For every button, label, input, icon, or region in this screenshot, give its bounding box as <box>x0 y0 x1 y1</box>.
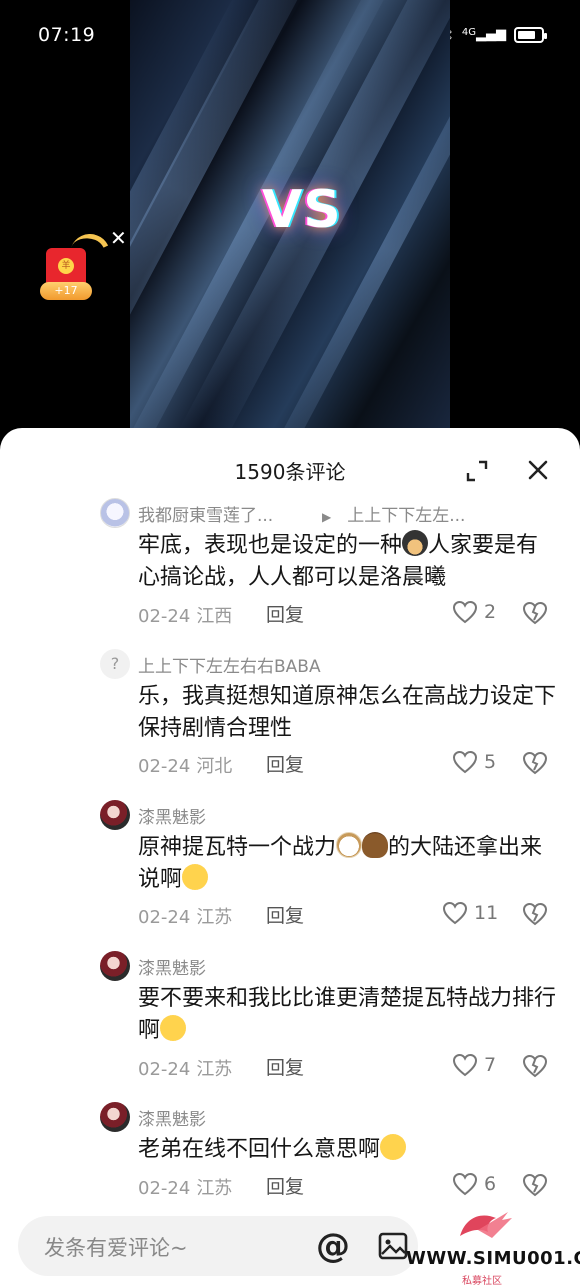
dislike-heart-icon[interactable] <box>522 1173 548 1197</box>
comment-date: 02-24 <box>138 756 191 777</box>
watermark-site: WWW.SIMU001.CN <box>406 1248 580 1269</box>
comment-username[interactable]: 我都厨東雪莲了... <box>138 501 273 526</box>
comment-input-placeholder: 发条有爱评论~ <box>44 1236 188 1260</box>
comment-text-part: 牢底，表现也是设定的一种 <box>138 533 403 558</box>
comment-location: 江西 <box>196 606 233 627</box>
like-button[interactable]: 5 <box>452 750 496 774</box>
dislike-heart-icon[interactable] <box>522 902 548 926</box>
like-count: 11 <box>474 902 499 924</box>
watermark: WWW.SIMU001.CN 私募社区 <box>398 1200 580 1288</box>
comment-meta: 02-24 江苏 <box>138 1174 232 1200</box>
like-heart-icon <box>442 901 468 925</box>
comment-date: 02-24 <box>138 907 191 928</box>
watermark-logo-icon <box>460 1212 512 1238</box>
helmet-emoji-icon <box>402 530 429 556</box>
like-count: 7 <box>484 1054 497 1076</box>
comment-location: 江苏 <box>196 1059 233 1080</box>
avatar[interactable] <box>100 498 130 528</box>
dislike-heart-icon[interactable] <box>522 1054 548 1078</box>
comment-location: 江苏 <box>196 907 233 928</box>
coin-icon: 羊 <box>58 258 74 274</box>
avatar[interactable] <box>100 800 130 830</box>
comment-text: 乐，我真挺想知道原神怎么在高战力设定下保持剧情合理性 <box>138 684 557 741</box>
watermark-caption: 私募社区 <box>462 1276 502 1287</box>
comment-username[interactable]: 漆黑魅影 <box>138 1105 206 1130</box>
comment-date: 02-24 <box>138 1059 191 1080</box>
signal-icon: 4G▂▄▆ <box>461 27 506 42</box>
reply-to-username: 上上下下左左... <box>347 506 466 526</box>
comment-meta: 02-24 江西 <box>138 602 232 628</box>
comment-username[interactable]: 上上下下左左右右BABA <box>138 652 321 677</box>
poop-emoji-icon <box>362 832 389 858</box>
red-packet-widget[interactable]: 羊 +17 <box>40 228 116 302</box>
reply-button[interactable]: 回复 <box>266 1053 304 1080</box>
reply-arrow-icon: ▶ <box>322 510 332 524</box>
comment-location: 河北 <box>196 756 233 777</box>
grin-emoji-icon <box>160 1015 187 1041</box>
like-count: 5 <box>484 751 497 773</box>
avatar[interactable] <box>100 1102 130 1132</box>
like-heart-icon <box>452 750 478 774</box>
avatar[interactable] <box>100 951 130 981</box>
dog-emoji-icon <box>336 832 363 858</box>
like-button[interactable]: 6 <box>452 1172 496 1196</box>
reply-to-user[interactable]: ▶ 上上下下左左... <box>322 501 465 526</box>
avatar[interactable]: ? <box>100 649 130 679</box>
comment-text: 原神提瓦特一个战力 的大陆还拿出来说啊 <box>138 832 558 896</box>
video-player[interactable]: VS <box>130 0 450 440</box>
comment-date: 02-24 <box>138 1178 191 1199</box>
comment-date: 02-24 <box>138 606 191 627</box>
comment-text: 老弟在线不回什么意思啊 <box>138 1134 558 1166</box>
like-heart-icon <box>452 1053 478 1077</box>
comments-title: 1590条评论 <box>234 460 346 484</box>
comment-location: 江苏 <box>196 1178 233 1199</box>
reply-button[interactable]: 回复 <box>266 750 304 777</box>
like-button[interactable]: 2 <box>452 600 496 624</box>
reply-button[interactable]: 回复 <box>266 901 304 928</box>
reply-button[interactable]: 回复 <box>266 1172 304 1199</box>
like-button[interactable]: 11 <box>442 901 498 925</box>
like-count: 2 <box>484 601 497 623</box>
comment-meta: 02-24 河北 <box>138 752 232 778</box>
comment-text-part: 要不要来和我比比谁更清楚提瓦特战力排行啊 <box>138 986 557 1043</box>
like-heart-icon <box>452 1172 478 1196</box>
close-icon[interactable] <box>526 458 550 482</box>
like-heart-icon <box>452 600 478 624</box>
grin-emoji-icon <box>380 1134 407 1160</box>
comment-text: 牢底，表现也是设定的一种 人家要是有心搞论战，人人都可以是洛晨曦 <box>138 530 558 594</box>
at-icon[interactable]: @ <box>316 1226 350 1266</box>
red-packet-badge: +17 <box>40 282 92 300</box>
like-count: 6 <box>484 1173 497 1195</box>
comment-sheet: 1590条评论 我都厨東雪莲了... ▶ 上上下下左左... 牢底，表现也是设定的… <box>0 428 580 1288</box>
status-time: 07:19 <box>38 24 96 46</box>
dislike-heart-icon[interactable] <box>522 751 548 775</box>
network-label: 4G <box>461 27 476 38</box>
comment-text-part: 原神提瓦特一个战力 <box>138 835 337 860</box>
comment-username[interactable]: 漆黑魅影 <box>138 803 206 828</box>
grin-emoji-icon <box>182 864 209 890</box>
red-packet-close-icon[interactable]: ✕ <box>110 226 127 250</box>
comment-input[interactable]: 发条有爱评论~ <box>18 1216 418 1276</box>
comment-username[interactable]: 漆黑魅影 <box>138 954 206 979</box>
battery-icon <box>514 26 547 43</box>
video-vs-text: VS <box>262 180 342 240</box>
comment-text-part: 老弟在线不回什么意思啊 <box>138 1137 381 1162</box>
like-button[interactable]: 7 <box>452 1053 496 1077</box>
expand-icon[interactable] <box>466 460 488 482</box>
comment-meta: 02-24 江苏 <box>138 903 232 929</box>
reply-button[interactable]: 回复 <box>266 600 304 627</box>
comment-meta: 02-24 江苏 <box>138 1055 232 1081</box>
dislike-heart-icon[interactable] <box>522 601 548 625</box>
comment-text: 要不要来和我比比谁更清楚提瓦特战力排行啊 <box>138 983 558 1047</box>
